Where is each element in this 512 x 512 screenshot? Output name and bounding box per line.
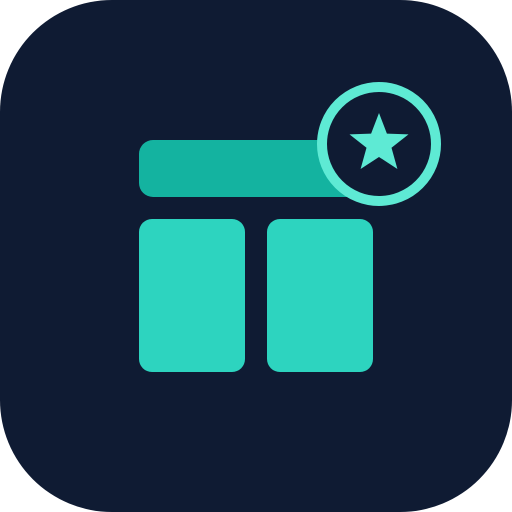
app-icon <box>0 0 512 512</box>
favorite-badge <box>317 82 441 206</box>
icon-background <box>0 0 512 512</box>
layout-favorite-icon <box>0 0 512 512</box>
left-panel-shape <box>139 219 245 372</box>
right-panel-shape <box>267 219 373 372</box>
